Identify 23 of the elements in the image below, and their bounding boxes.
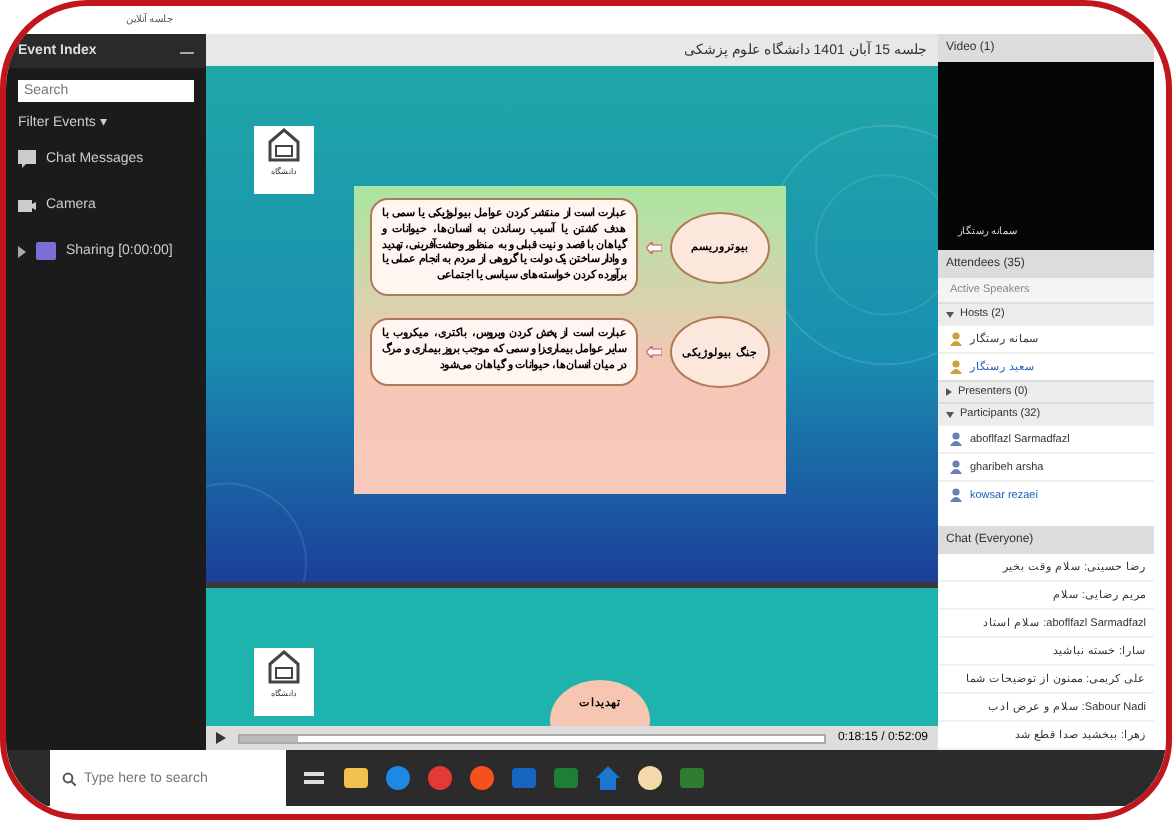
browser-icon[interactable]	[384, 764, 412, 792]
search-icon	[62, 772, 76, 786]
camera-icon	[18, 196, 36, 214]
progress-track[interactable]	[238, 733, 826, 744]
expand-icon[interactable]	[946, 411, 954, 418]
person-icon	[950, 432, 962, 447]
folder-icon[interactable]	[342, 764, 370, 792]
app-icon[interactable]	[636, 764, 664, 792]
chat-icon	[18, 150, 36, 168]
expand-icon[interactable]	[18, 245, 26, 257]
expand-icon[interactable]	[946, 388, 952, 397]
arrow-icon	[646, 346, 662, 359]
person-icon	[950, 332, 962, 347]
play-icon[interactable]	[216, 732, 226, 745]
person-icon	[950, 460, 962, 475]
expand-icon[interactable]	[946, 311, 954, 318]
home-icon[interactable]	[594, 764, 622, 792]
browser-icon[interactable]	[426, 764, 454, 792]
person-icon	[950, 360, 962, 375]
person-icon	[950, 488, 962, 503]
arrow-icon	[646, 241, 662, 254]
browser-icon[interactable]	[468, 764, 496, 792]
screen-icon	[36, 242, 56, 260]
